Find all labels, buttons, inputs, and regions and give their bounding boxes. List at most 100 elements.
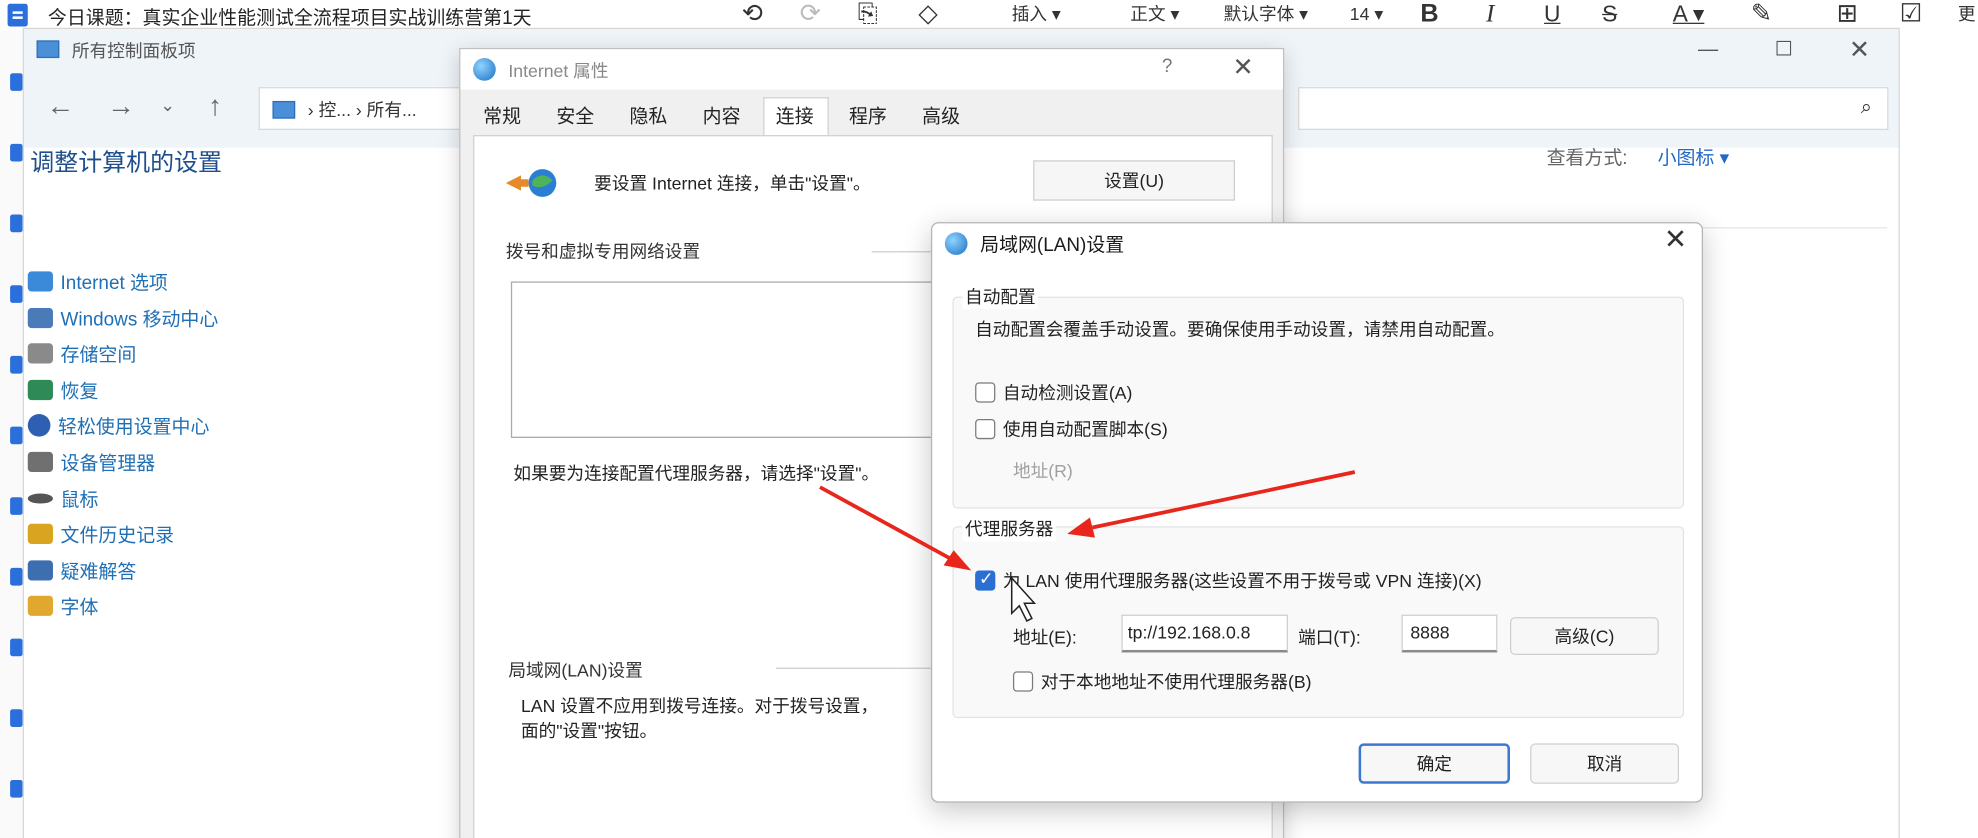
auto-detect-label: 自动检测设置(A) bbox=[1002, 382, 1133, 403]
insert-menu[interactable]: 插入 ▾ bbox=[1012, 0, 1061, 30]
tab-privacy[interactable]: 隐私 bbox=[629, 102, 667, 132]
eraser-icon[interactable]: ◇ bbox=[918, 0, 937, 30]
globe-icon bbox=[473, 58, 496, 81]
address-bar[interactable]: › 控... › 所有... bbox=[258, 87, 476, 130]
cp-item-mouse[interactable]: 鼠标 bbox=[27, 481, 99, 516]
cp-item-storage-spaces[interactable]: 存储空间 bbox=[27, 336, 136, 371]
outline-marker[interactable] bbox=[10, 497, 23, 515]
cp-item-label: 文件历史记录 bbox=[60, 524, 175, 546]
proxy-server-label: 代理服务器 bbox=[962, 516, 1056, 542]
device-manager-icon bbox=[27, 451, 53, 473]
style-select[interactable]: 正文 ▾ bbox=[1130, 0, 1179, 30]
cp-item-device-manager[interactable]: 设备管理器 bbox=[27, 444, 155, 479]
cp-item-label: 疑难解答 bbox=[60, 560, 137, 583]
proxy-address-label: 地址(E): bbox=[1012, 627, 1077, 648]
chevron-down-icon[interactable]: ⌄ bbox=[160, 95, 175, 116]
view-by-label: 查看方式: bbox=[1546, 147, 1628, 170]
cp-item-recovery[interactable]: 恢复 bbox=[27, 372, 98, 407]
proxy-port-label: 端口(T): bbox=[1298, 627, 1361, 648]
cp-item-mobility-center[interactable]: Windows 移动中心 bbox=[27, 300, 219, 335]
lan-description: LAN 设置不应用到拨号连接。对于拨号设置， bbox=[520, 695, 879, 716]
cp-item-ease-of-access[interactable]: 轻松使用设置中心 bbox=[27, 408, 209, 443]
cp-item-label: 鼠标 bbox=[60, 489, 99, 511]
tab-security[interactable]: 安全 bbox=[556, 102, 594, 132]
outline-marker[interactable] bbox=[10, 638, 23, 657]
cp-item-internet-options[interactable]: Internet 选项 bbox=[27, 264, 168, 299]
doc-editor-toolbar: 今日课题：真实企业性能测试全流程项目实战训练营第1天 ⟲ ⟳ ⎘ ◇ 插入 ▾ … bbox=[0, 0, 1978, 31]
advanced-button[interactable]: 高级(C) bbox=[1509, 617, 1659, 656]
font-size-select[interactable]: 14 ▾ bbox=[1350, 0, 1383, 30]
cp-item-file-history[interactable]: 文件历史记录 bbox=[27, 516, 175, 551]
search-input[interactable]: ⌕ bbox=[1298, 87, 1889, 130]
font-color-button[interactable]: A ▾ bbox=[1673, 0, 1705, 30]
view-by-dropdown[interactable]: 小图标 ▾ bbox=[1658, 144, 1730, 171]
outline-marker[interactable] bbox=[10, 709, 23, 727]
tab-programs[interactable]: 程序 bbox=[849, 102, 887, 132]
cancel-button[interactable]: 取消 bbox=[1530, 743, 1680, 784]
outline-marker[interactable] bbox=[10, 73, 23, 91]
font-select[interactable]: 默认字体 ▾ bbox=[1224, 0, 1308, 30]
bold-button[interactable]: B bbox=[1420, 0, 1438, 30]
bypass-local-option[interactable]: 对于本地地址不使用代理服务器(B) bbox=[1012, 669, 1312, 694]
search-icon[interactable]: ⌕ bbox=[1861, 97, 1872, 120]
redo-icon[interactable]: ⟳ bbox=[800, 0, 821, 30]
maximize-button[interactable]: ☐ bbox=[1755, 34, 1813, 67]
forward-arrow-icon[interactable]: → bbox=[107, 90, 135, 123]
tab-connections[interactable]: 连接 bbox=[776, 102, 814, 132]
proxy-address-input[interactable]: tp://192.168.0.8 bbox=[1121, 614, 1288, 653]
outline-marker[interactable] bbox=[10, 214, 23, 233]
outline-marker[interactable] bbox=[10, 426, 23, 445]
auto-detect-option[interactable]: 自动检测设置(A) bbox=[975, 380, 1132, 405]
breadcrumb[interactable]: › 控... › 所有... bbox=[308, 97, 417, 122]
underline-button[interactable]: U bbox=[1544, 0, 1560, 30]
outline-marker[interactable] bbox=[10, 779, 23, 798]
outline-marker[interactable] bbox=[10, 143, 23, 162]
dialog-title: 局域网(LAN)设置 bbox=[980, 234, 1125, 257]
ai-icon[interactable]: ⊞ bbox=[1837, 0, 1858, 30]
auto-script-option[interactable]: 使用自动配置脚本(S) bbox=[975, 416, 1168, 441]
cp-item-fonts[interactable]: 字体 bbox=[27, 588, 98, 623]
tab-content[interactable]: 内容 bbox=[703, 102, 741, 132]
control-panel-icon bbox=[36, 40, 60, 59]
doc-outline-strip bbox=[0, 30, 23, 838]
use-proxy-label: 为 LAN 使用代理服务器(这些设置不用于拨号或 VPN 连接)(X) bbox=[1002, 570, 1482, 591]
ok-button[interactable]: 确定 bbox=[1358, 743, 1510, 784]
cp-item-label: Internet 选项 bbox=[60, 271, 168, 294]
close-button[interactable]: ✕ bbox=[1232, 52, 1253, 84]
network-connect-icon bbox=[505, 169, 557, 197]
dialup-connections-list[interactable] bbox=[510, 281, 940, 438]
back-arrow-icon[interactable]: ← bbox=[47, 90, 75, 123]
auto-detect-checkbox[interactable] bbox=[975, 382, 996, 403]
tab-advanced[interactable]: 高级 bbox=[922, 102, 960, 132]
auto-script-checkbox[interactable] bbox=[975, 419, 996, 440]
use-proxy-option[interactable]: 为 LAN 使用代理服务器(这些设置不用于拨号或 VPN 连接)(X) bbox=[975, 568, 1482, 593]
document-icon bbox=[7, 3, 28, 27]
close-button[interactable]: ✕ bbox=[1830, 34, 1888, 67]
highlight-icon[interactable]: ✎ bbox=[1751, 0, 1772, 30]
cp-item-label: Windows 移动中心 bbox=[60, 308, 219, 331]
tab-general[interactable]: 常规 bbox=[483, 102, 521, 132]
up-arrow-icon[interactable]: ↑ bbox=[208, 90, 222, 123]
strikethrough-button[interactable]: S bbox=[1602, 0, 1617, 30]
more-menu[interactable]: 更 bbox=[1958, 0, 1976, 30]
format-painter-icon[interactable]: ⎘ bbox=[858, 0, 878, 30]
lan-description: 面的"设置"按钮。 bbox=[520, 720, 658, 741]
minimize-button[interactable]: — bbox=[1679, 34, 1737, 67]
internet-options-icon bbox=[27, 271, 53, 292]
proxy-port-input[interactable]: 8888 bbox=[1401, 614, 1498, 653]
outline-marker[interactable] bbox=[10, 355, 23, 374]
help-button[interactable]: ? bbox=[1162, 56, 1173, 77]
close-button[interactable]: ✕ bbox=[1664, 223, 1687, 256]
auto-config-description: 自动配置会覆盖手动设置。要确保使用手动设置，请禁用自动配置。 bbox=[975, 319, 1505, 340]
bypass-local-checkbox[interactable] bbox=[1012, 671, 1034, 692]
setup-button[interactable]: 设置(U) bbox=[1033, 160, 1235, 201]
checkbox-icon[interactable]: ☑ bbox=[1900, 0, 1923, 30]
use-proxy-checkbox[interactable] bbox=[975, 568, 996, 591]
fonts-icon bbox=[27, 595, 53, 616]
outline-marker[interactable] bbox=[10, 567, 23, 586]
outline-marker[interactable] bbox=[10, 285, 23, 303]
undo-icon[interactable]: ⟲ bbox=[742, 0, 763, 30]
proxy-hint: 如果要为连接配置代理服务器，请选择"设置"。 bbox=[513, 463, 880, 484]
italic-button[interactable]: I bbox=[1486, 0, 1494, 30]
cp-item-troubleshooting[interactable]: 疑难解答 bbox=[27, 553, 137, 588]
